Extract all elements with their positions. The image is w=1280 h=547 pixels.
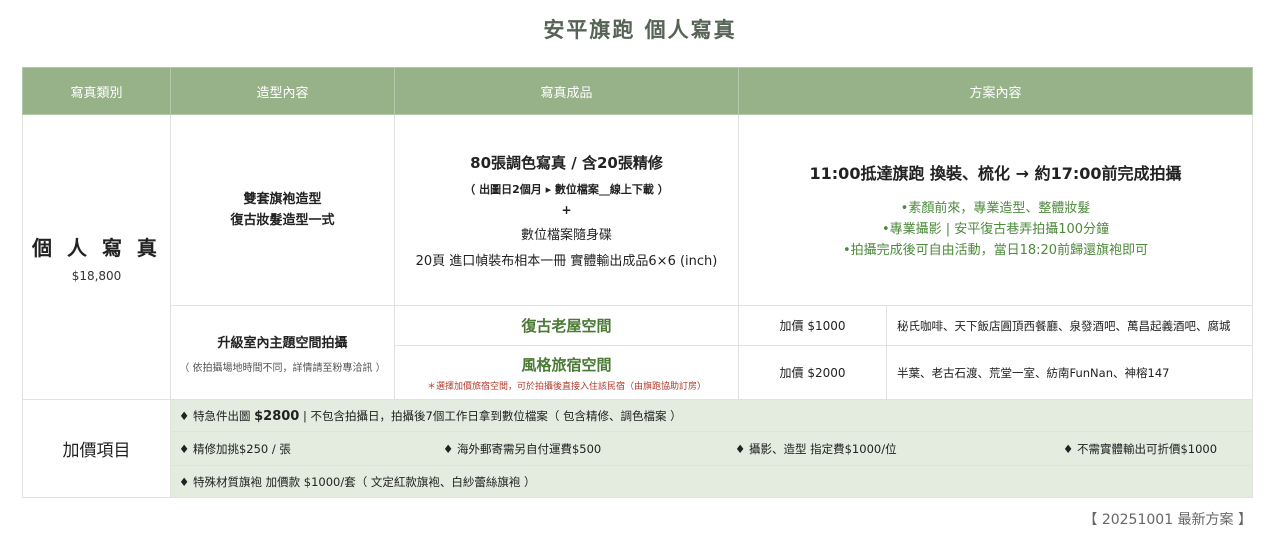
plan-cell: 11:00抵達旗跑 換裝、梳化 → 約17:00前完成拍攝 •素顏前來，專業造型… [737, 114, 1254, 306]
package-category-cell: 個 人 寫 真 $18,800 [22, 114, 171, 400]
upgrade-subtitle: （ 依拍攝場地時間不同，詳情請至粉專洽訊 ） [179, 362, 386, 374]
plan-bullet: •拍攝完成後可自由活動，當日18:20前歸還旗袍即可 [842, 242, 1149, 258]
upgrade-cell: 升級室內主題空間拍攝 （ 依拍攝場地時間不同，詳情請至粉專洽訊 ） [170, 305, 395, 400]
space-venues: 秘氏咖啡、天下飯店圓頂西餐廳、泉發酒吧、萬昌起義酒吧、腐城 [885, 305, 1254, 346]
extras-label-cell: 加價項目 [22, 399, 171, 498]
pricing-table: 寫真類別 造型內容 寫真成品 方案內容 個 人 寫 真 $18,800 雙套旗袍… [22, 67, 1254, 498]
space-note: ＊選擇加價旅宿空間，可於拍攝後直接入住該民宿（由旗跑協助訂房） [426, 381, 706, 392]
product-usb: 數位檔案隨身碟 [520, 227, 612, 243]
product-delivery-note: （ 出圖日2個月 ▸ 數位檔案__線上下載 ） [464, 182, 669, 196]
space-price: 加價 $1000 [738, 305, 887, 346]
space-cell: 風格旅宿空間 ＊選擇加價旅宿空間，可於拍攝後直接入住該民宿（由旗跑協助訂房） [394, 345, 739, 400]
extras-row-2: ♦ 精修加挑$250 / 張 ♦ 海外郵寄需另自付運費$500 ♦ 攝影、造型 … [23, 431, 1254, 466]
package-price: $18,800 [71, 268, 122, 283]
product-plus: + [561, 202, 572, 217]
product-album: 20頁 進口幀裝布相本一冊 實體輸出成品6×6 (inch) [415, 253, 718, 269]
space-name-vintage-house: 復古老屋空間 [521, 317, 612, 335]
extras-row-3: ♦ 特殊材質旗袍 加價款 $1000/套（ 文定紅款旗袍、白紗蕾絲旗袍 ） [23, 465, 1254, 498]
extras-label: 加價項目 [62, 441, 131, 461]
plan-bullet: •素顏前來，專業造型、整體妝髮 [900, 200, 1091, 216]
extra-option: ♦ 海外郵寄需另自付運費$500 [443, 441, 602, 456]
header-styling: 造型內容 [170, 67, 395, 115]
extra-option: ♦ 攝影、造型 指定費$1000/位 [735, 441, 897, 456]
extra-rush-detail: | 不包含拍攝日，拍攝後7個工作日拿到數位檔案（ 包含精修、調色檔案 ） [299, 408, 682, 423]
extra-item-rush: ♦ 特急件出圖 $2800 | 不包含拍攝日，拍攝後7個工作日拿到數位檔案（ 包… [169, 399, 1254, 432]
header-plan: 方案內容 [737, 67, 1254, 115]
plan-bullet: •專業攝影 | 安平復古巷弄拍攝100分鐘 [881, 221, 1110, 237]
package-name: 個 人 寫 真 [32, 235, 161, 260]
extra-options-cell: ♦ 精修加挑$250 / 張 ♦ 海外郵寄需另自付運費$500 ♦ 攝影、造型 … [169, 431, 1254, 466]
header-category: 寫真類別 [22, 67, 171, 115]
upgrade-title: 升級室內主題空間拍攝 [217, 335, 348, 351]
upgrade-row-1: 升級室內主題空間拍攝 （ 依拍攝場地時間不同，詳情請至粉專洽訊 ） 復古老屋空間… [23, 305, 1254, 400]
space-venues: 半葉、老古石渡、荒堂一室、紡南FunNan、神榕147 [885, 345, 1254, 400]
package-row: 個 人 寫 真 $18,800 雙套旗袍造型 復古妝髮造型一式 80張調色寫真 … [22, 114, 1254, 400]
version-note: 【 20251001 最新方案 】 [1083, 512, 1252, 528]
table-header-row: 寫真類別 造型內容 寫真成品 方案內容 [22, 67, 1254, 115]
styling-line-1: 雙套旗袍造型 [243, 192, 322, 207]
plan-bullets: •素顏前來，專業造型、整體妝髮 •專業攝影 | 安平復古巷弄拍攝100分鐘 •拍… [739, 198, 1252, 261]
page-title: 安平旗跑 個人寫真 [543, 18, 737, 42]
extra-rush-price: $2800 [254, 408, 300, 424]
extra-rush-prefix: ♦ 特急件出圖 [179, 408, 255, 423]
product-cell: 80張調色寫真 / 含20張精修 （ 出圖日2個月 ▸ 數位檔案__線上下載 ）… [394, 114, 739, 306]
extra-option: ♦ 不需實體輸出可折價$1000 [1063, 441, 1218, 456]
styling-line-2: 復古妝髮造型一式 [230, 213, 335, 228]
space-price: 加價 $2000 [738, 345, 887, 400]
extra-option: ♦ 精修加挑$250 / 張 [179, 441, 291, 456]
space-cell: 復古老屋空間 [394, 305, 739, 346]
extras-row-1: 加價項目 ♦ 特急件出圖 $2800 | 不包含拍攝日，拍攝後7個工作日拿到數位… [22, 399, 1254, 498]
styling-cell: 雙套旗袍造型 復古妝髮造型一式 [170, 114, 395, 306]
space-name-boutique-inn: 風格旅宿空間 [521, 355, 612, 374]
extra-item-special-fabric: ♦ 特殊材質旗袍 加價款 $1000/套（ 文定紅款旗袍、白紗蕾絲旗袍 ） [169, 465, 1254, 498]
product-main: 80張調色寫真 / 含20張精修 [470, 153, 663, 172]
header-product: 寫真成品 [394, 67, 739, 115]
plan-schedule: 11:00抵達旗跑 換裝、梳化 → 約17:00前完成拍攝 [809, 163, 1182, 183]
